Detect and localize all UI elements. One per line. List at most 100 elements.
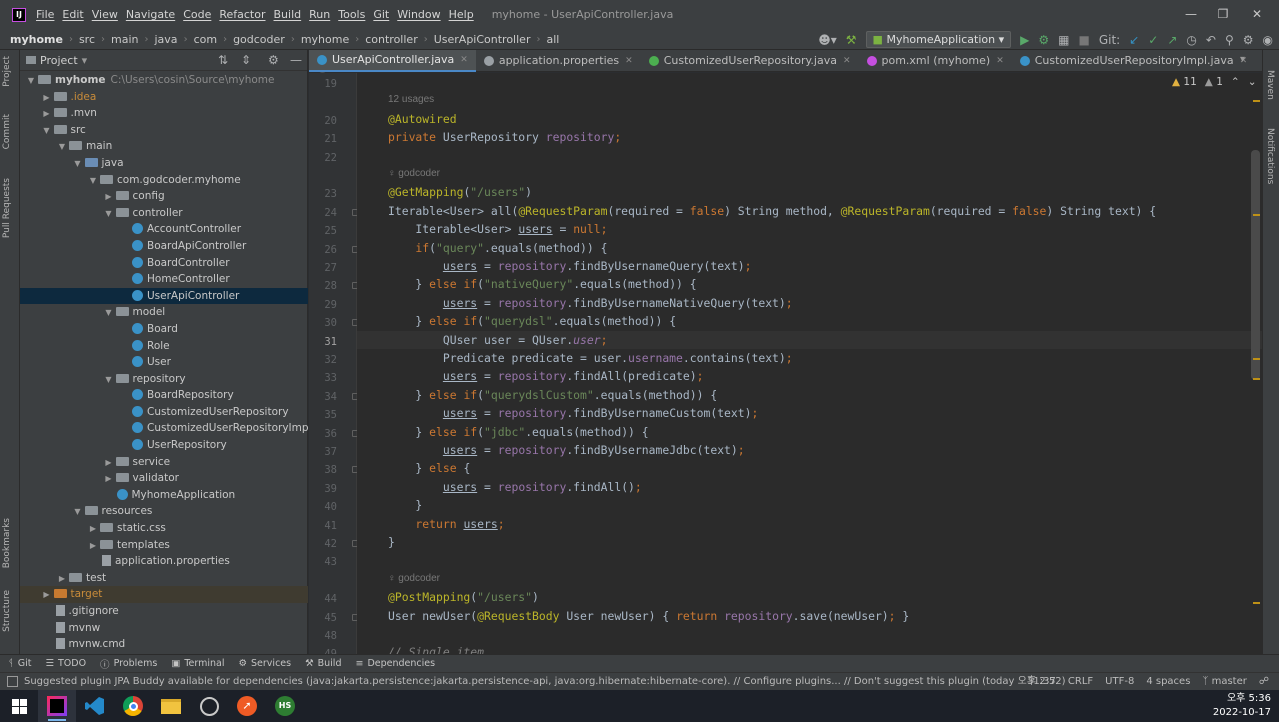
- code-line[interactable]: 12 usages: [357, 91, 1262, 109]
- tree-item[interactable]: ▶ service: [20, 454, 308, 471]
- line-number[interactable]: 32: [309, 351, 337, 369]
- code-line[interactable]: @GetMapping("/users"): [357, 183, 1262, 201]
- editor-scrollbar[interactable]: [1251, 150, 1260, 380]
- editor-tab[interactable]: application.properties ✕: [476, 50, 641, 72]
- menu-navigate[interactable]: Navigate: [126, 8, 175, 21]
- chevron-right-icon[interactable]: ▶: [88, 521, 98, 538]
- breadcrumb-item[interactable]: myhome: [301, 33, 349, 46]
- code-line[interactable]: ♀ godcoder: [357, 570, 1262, 588]
- menu-edit[interactable]: Edit: [62, 8, 83, 21]
- tree-item[interactable]: ▼ java: [20, 155, 308, 172]
- tool-tab-commit[interactable]: Commit: [2, 114, 12, 149]
- code-line[interactable]: ♀ godcoder: [357, 165, 1262, 183]
- tool-tab-bookmarks[interactable]: Bookmarks: [2, 518, 12, 568]
- breadcrumb-item[interactable]: main: [111, 33, 138, 46]
- line-number[interactable]: 45: [309, 609, 337, 627]
- warning-marker[interactable]: [1253, 214, 1260, 216]
- lock-icon[interactable]: ☍: [1259, 673, 1269, 691]
- tool-tab-pull-requests[interactable]: Pull Requests: [2, 178, 12, 238]
- code-line[interactable]: } else {: [357, 459, 1262, 477]
- editor-tab[interactable]: CustomizedUserRepository.java ✕: [641, 50, 859, 72]
- menu-refactor[interactable]: Refactor: [219, 8, 265, 21]
- tree-item[interactable]: .gitignore: [20, 603, 308, 620]
- code-line[interactable]: users = repository.findAll();: [357, 478, 1262, 496]
- menu-git[interactable]: Git: [373, 8, 389, 21]
- tool-window-todo[interactable]: ☰ TODO: [45, 658, 86, 669]
- run-config-select[interactable]: ■ MyhomeApplication ▾: [865, 31, 1012, 48]
- system-clock[interactable]: 오후 5:36 2022-10-17: [1213, 692, 1271, 720]
- tool-window-build[interactable]: ⚒ Build: [305, 658, 341, 669]
- line-number[interactable]: 44: [309, 590, 337, 608]
- line-number[interactable]: 19: [309, 75, 337, 93]
- code-line[interactable]: return users;: [357, 515, 1262, 533]
- code-line[interactable]: } else if("nativeQuery".equals(method)) …: [357, 275, 1262, 293]
- warning-marker[interactable]: [1253, 602, 1260, 604]
- tree-item[interactable]: Board: [20, 321, 308, 338]
- project-panel-title[interactable]: Project: [40, 54, 78, 67]
- code-line[interactable]: users = repository.findByUsernameNativeQ…: [357, 294, 1262, 312]
- code-line[interactable]: Iterable<User> all(@RequestParam(require…: [357, 202, 1262, 220]
- tree-item[interactable]: ▼ com.godcoder.myhome: [20, 172, 308, 189]
- line-number[interactable]: 35: [309, 406, 337, 424]
- stop-icon[interactable]: ■: [1078, 33, 1089, 47]
- restore-icon[interactable]: ❐: [1206, 0, 1240, 29]
- run-icon[interactable]: ▶: [1020, 33, 1029, 47]
- code-line[interactable]: [357, 625, 1262, 643]
- tree-item[interactable]: ▼ src: [20, 122, 308, 139]
- line-number[interactable]: 20: [309, 112, 337, 130]
- close-icon[interactable]: ✕: [1240, 0, 1274, 29]
- close-tab-icon[interactable]: ✕: [843, 50, 851, 72]
- line-number[interactable]: 30: [309, 314, 337, 332]
- line-number[interactable]: 25: [309, 222, 337, 240]
- tree-item[interactable]: ▼ controller: [20, 205, 308, 222]
- chevron-right-icon[interactable]: ▶: [104, 471, 114, 488]
- line-number[interactable]: 22: [309, 149, 337, 167]
- tree-item[interactable]: ▼ resources: [20, 503, 308, 520]
- caret-position[interactable]: 31:37: [1027, 673, 1056, 691]
- line-number[interactable]: 36: [309, 425, 337, 443]
- file-explorer-taskbar-icon[interactable]: [152, 690, 190, 722]
- editor-tab[interactable]: UserApiController.java ✕: [309, 50, 476, 72]
- tree-item[interactable]: ▶ test: [20, 570, 308, 587]
- code-line[interactable]: } else if("querydslCustom".equals(method…: [357, 386, 1262, 404]
- chevron-down-icon[interactable]: ▼: [26, 73, 36, 90]
- line-number[interactable]: 26: [309, 241, 337, 259]
- chevron-right-icon[interactable]: ▶: [104, 189, 114, 206]
- code-line[interactable]: User newUser(@RequestBody User newUser) …: [357, 607, 1262, 625]
- file-encoding[interactable]: UTF-8: [1105, 673, 1134, 691]
- code-line[interactable]: @Autowired: [357, 110, 1262, 128]
- menu-code[interactable]: Code: [183, 8, 211, 21]
- build-hammer-icon[interactable]: ⚒: [846, 33, 857, 47]
- chevron-right-icon[interactable]: ▶: [104, 455, 114, 472]
- tree-item[interactable]: ▶ .idea: [20, 89, 308, 106]
- close-tab-icon[interactable]: ✕: [996, 50, 1004, 72]
- chevron-down-icon[interactable]: ▼: [104, 206, 114, 223]
- git-push-icon[interactable]: ↗: [1167, 33, 1177, 47]
- code-line[interactable]: if("query".equals(method)) {: [357, 239, 1262, 257]
- intellij-logo-icon[interactable]: IJ: [12, 7, 26, 22]
- user-icon[interactable]: ☻▾: [818, 33, 837, 47]
- tree-item[interactable]: mvnw: [20, 620, 308, 637]
- tree-item[interactable]: application.properties: [20, 553, 308, 570]
- code-line[interactable]: } else if("querydsl".equals(method)) {: [357, 312, 1262, 330]
- postman-taskbar-icon[interactable]: ➚: [228, 690, 266, 722]
- menu-tools[interactable]: Tools: [338, 8, 365, 21]
- panel-toggle-icon[interactable]: [7, 676, 18, 687]
- tool-window-terminal[interactable]: ▣ Terminal: [171, 658, 224, 669]
- code-line[interactable]: users = repository.findByUsernameJdbc(te…: [357, 441, 1262, 459]
- tree-item[interactable]: HomeController: [20, 271, 308, 288]
- tree-item[interactable]: Role: [20, 338, 308, 355]
- tool-window-dependencies[interactable]: ≡ Dependencies: [355, 658, 435, 669]
- line-number[interactable]: 43: [309, 553, 337, 571]
- tree-item[interactable]: ▶ static.css: [20, 520, 308, 537]
- tree-item[interactable]: BoardRepository: [20, 387, 308, 404]
- chrome-taskbar-icon[interactable]: [114, 690, 152, 722]
- rollback-icon[interactable]: ↶: [1206, 33, 1216, 47]
- menu-run[interactable]: Run: [309, 8, 330, 21]
- tree-item[interactable]: UserRepository: [20, 437, 308, 454]
- line-number[interactable]: 42: [309, 535, 337, 553]
- menu-window[interactable]: Window: [397, 8, 440, 21]
- expand-all-icon[interactable]: ⇅: [218, 50, 228, 71]
- line-number[interactable]: 23: [309, 185, 337, 203]
- breadcrumb-item[interactable]: com: [194, 33, 218, 46]
